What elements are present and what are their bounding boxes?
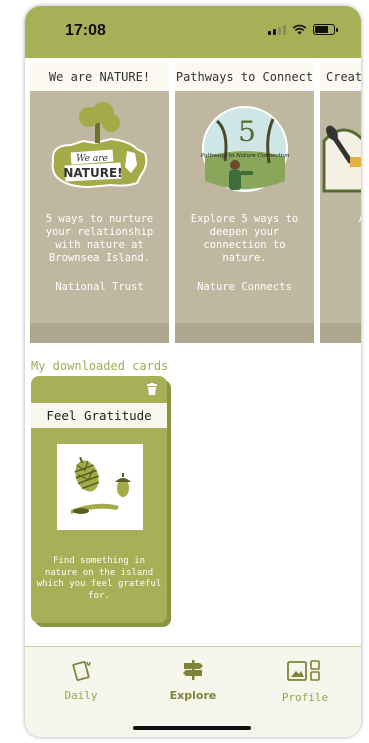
- card-description: Explore 5 ways to deepen your connection…: [190, 213, 299, 264]
- tab-profile[interactable]: Profile: [265, 659, 345, 704]
- home-indicator[interactable]: [133, 726, 251, 730]
- card-body: We are NATURE! 5 ways to nurture your re…: [30, 91, 169, 343]
- card-author: Nature Connects: [197, 281, 292, 293]
- card-body: 5 Pathways to Nature Connection Explore …: [175, 91, 314, 343]
- we-are-nature-logo: We are NATURE!: [30, 91, 169, 211]
- downloaded-card-title: Feel Gratitude: [31, 403, 167, 428]
- card-author: National Trust: [55, 281, 144, 293]
- card-carousel[interactable]: We are NATURE! We are NATURE! 5 ways to …: [25, 58, 361, 344]
- signal-icon: [268, 24, 286, 35]
- card-footer: [320, 323, 361, 343]
- downloaded-card-description: Find something in nature on the island w…: [36, 556, 162, 601]
- card-footer: [175, 323, 314, 343]
- phone-screen: 17:08 We are NATURE! We are NATURE! 5 wa…: [25, 6, 361, 737]
- cards-icon: [72, 661, 91, 681]
- card-title: Pathways to Connect: [175, 63, 314, 91]
- card-description: 5 ways to nurture your relationship with…: [45, 213, 154, 264]
- wifi-icon: [292, 24, 307, 35]
- tab-label: Explore: [169, 689, 217, 702]
- tab-label: Daily: [64, 689, 98, 702]
- status-icons: [268, 24, 338, 35]
- card-title: Creat: [320, 63, 361, 91]
- logo-text-nature: NATURE!: [63, 166, 122, 180]
- logo-number: 5: [238, 115, 256, 148]
- card-title: We are NATURE!: [30, 63, 169, 91]
- trash-icon[interactable]: [147, 383, 157, 395]
- downloaded-cards-heading: My downloaded cards: [31, 359, 169, 373]
- card-body: A c promp natu c Ke: [320, 91, 361, 343]
- seeds-illustration: [57, 444, 143, 530]
- tab-bar: Daily Explore Profile: [25, 647, 361, 737]
- logo-text-pathways: Pathways to Nature Connection: [199, 153, 289, 159]
- card-footer: [30, 323, 169, 343]
- logo-text-we-are: We are: [76, 154, 108, 164]
- create-logo: [320, 91, 361, 211]
- battery-icon: [313, 24, 338, 35]
- downloaded-card-feel-gratitude[interactable]: Feel Gratitude Find something in nature …: [31, 376, 167, 623]
- carousel-card-pathways[interactable]: Pathways to Connect 5 Pathways to Nature…: [175, 63, 314, 343]
- status-bar: 17:08: [25, 6, 361, 58]
- gallery-icon: [287, 660, 320, 681]
- pathways-logo: 5 Pathways to Nature Connection: [175, 91, 314, 211]
- status-time: 17:08: [65, 22, 106, 39]
- card-description: A c promp natu c: [330, 213, 361, 226]
- tab-label: Profile: [281, 691, 329, 704]
- carousel-card-create[interactable]: Creat A c promp natu c Ke: [320, 63, 361, 343]
- tab-explore[interactable]: Explore: [153, 659, 233, 702]
- card-author: Ke: [340, 281, 361, 293]
- tab-daily[interactable]: Daily: [41, 659, 121, 702]
- carousel-card-we-are-nature[interactable]: We are NATURE! We are NATURE! 5 ways to …: [30, 63, 169, 343]
- signpost-icon: [183, 660, 203, 680]
